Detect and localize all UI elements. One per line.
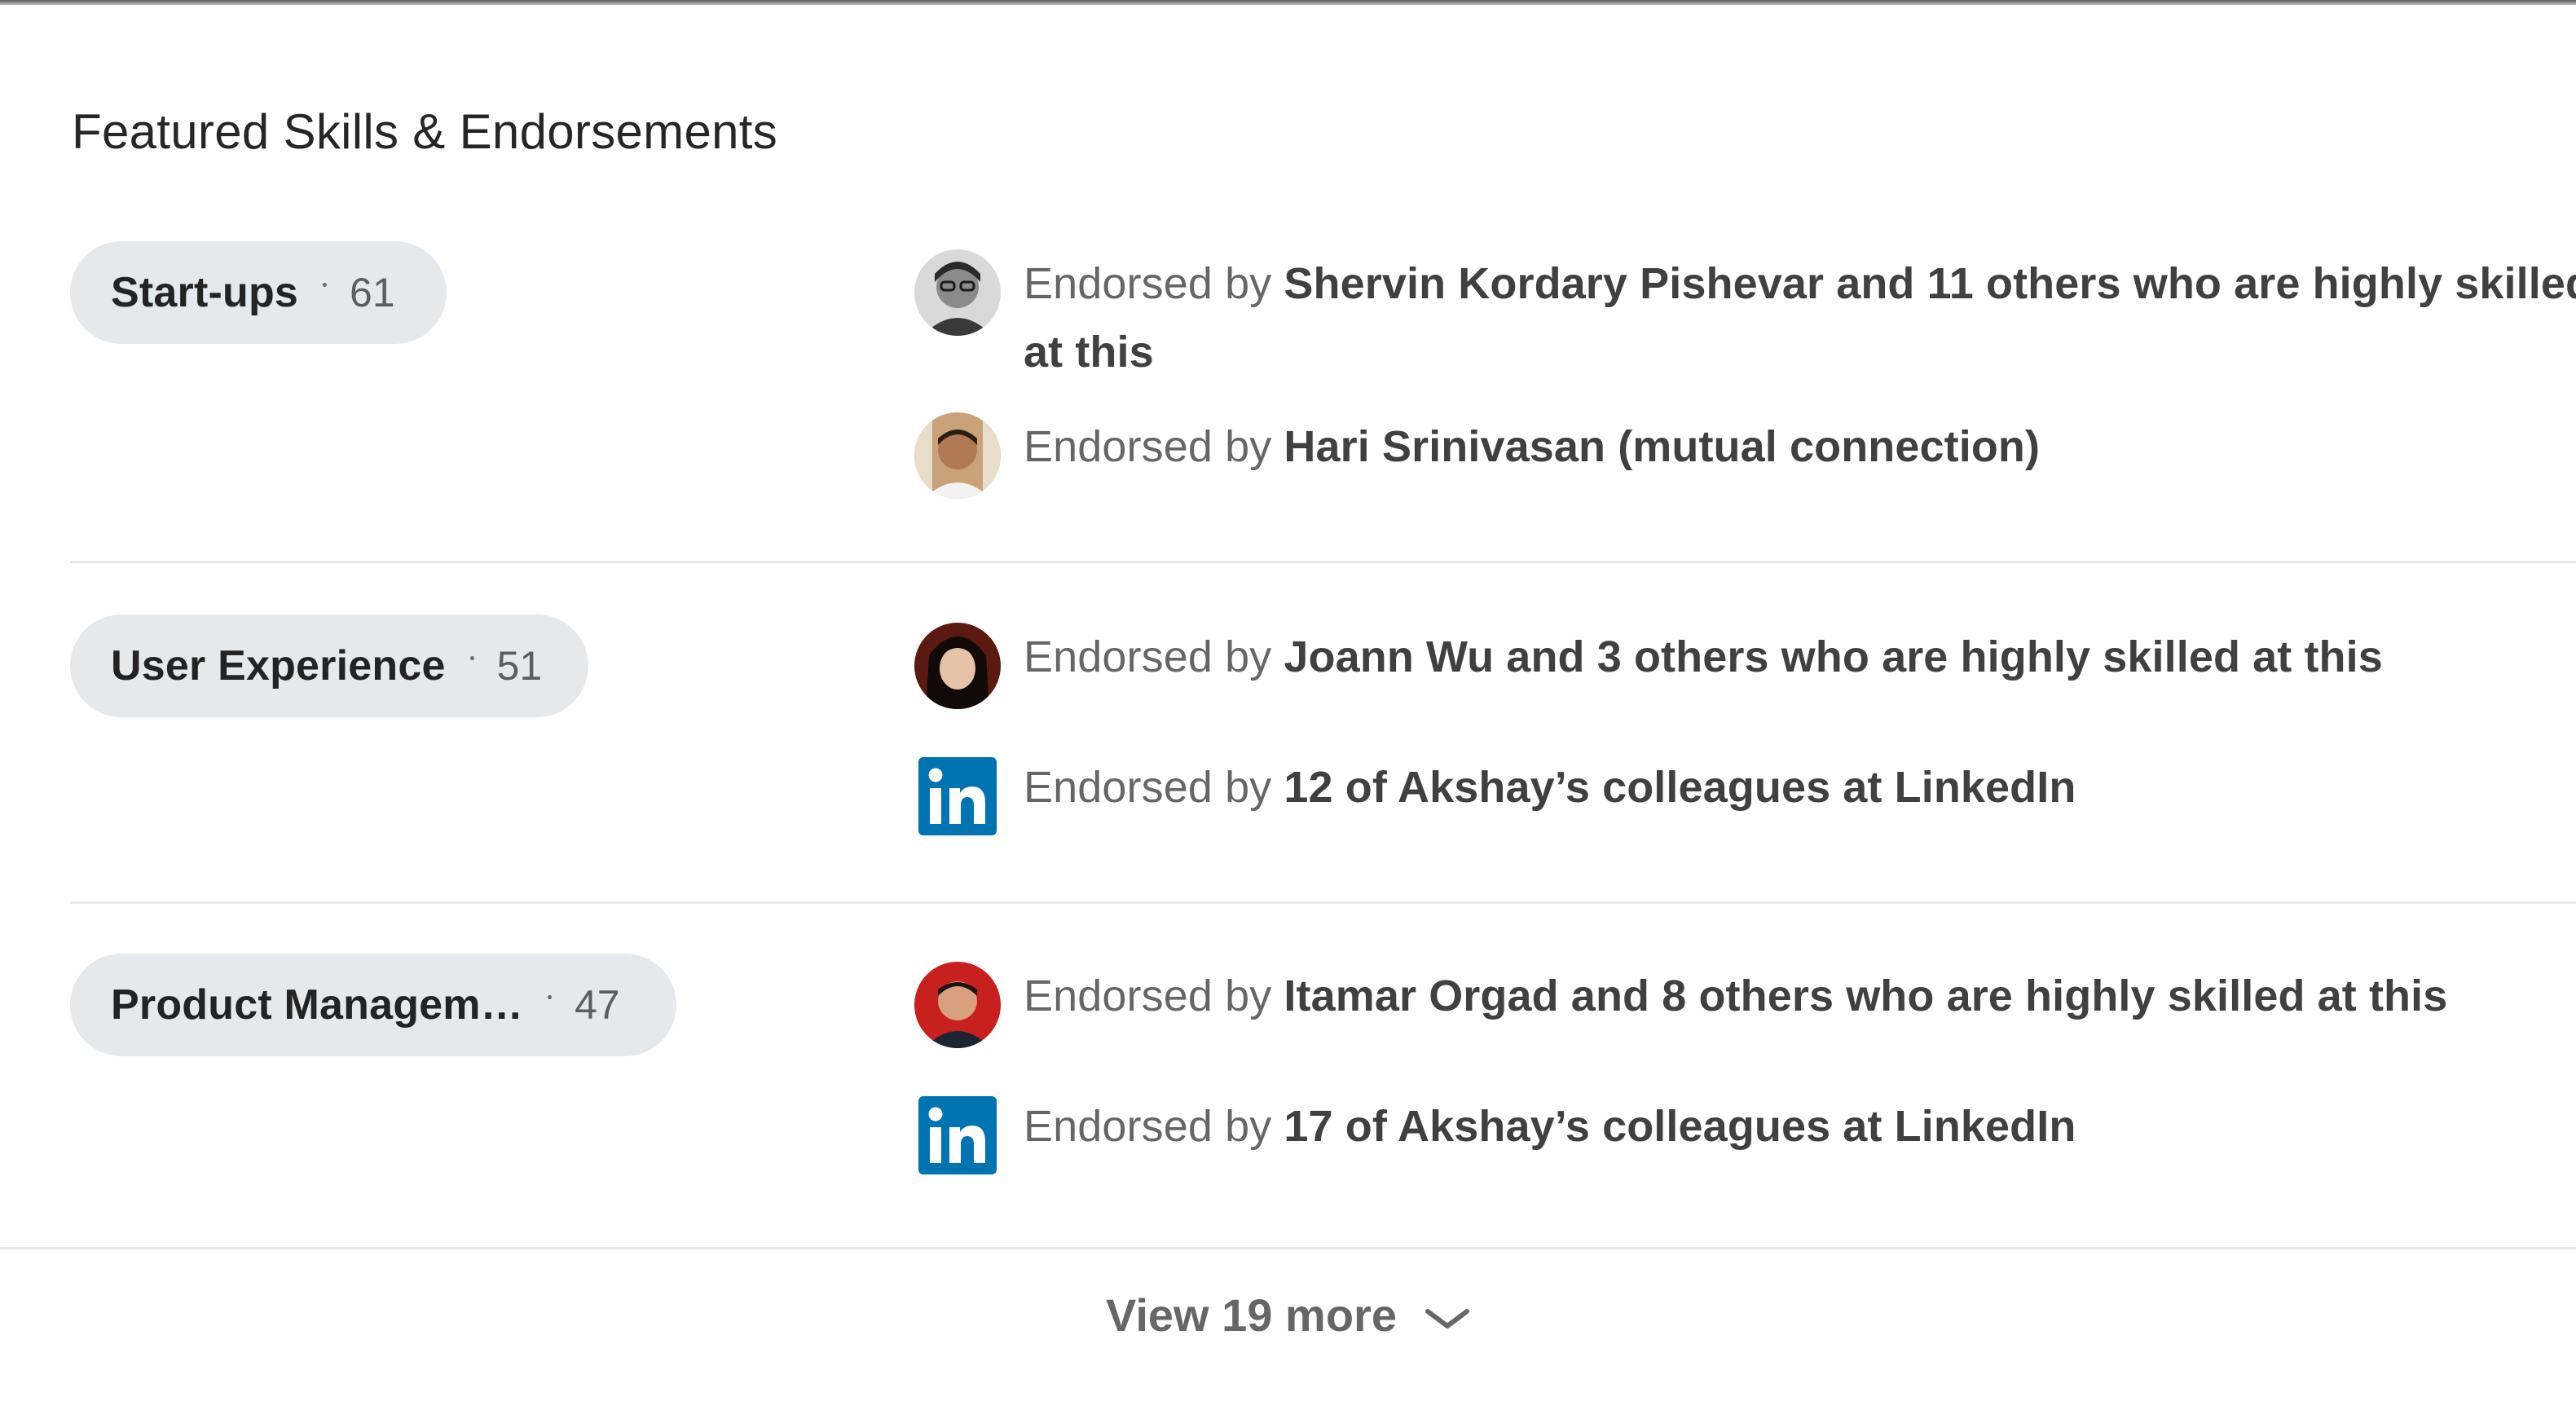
person-avatar[interactable] bbox=[914, 962, 1001, 1048]
row-divider bbox=[70, 561, 2576, 563]
skill-name: Product Managem… bbox=[111, 981, 523, 1029]
chevron-down-icon bbox=[1425, 1308, 1469, 1328]
view-more-label: View 19 more bbox=[1106, 1289, 1397, 1341]
skill-pill-start-ups[interactable]: Start-ups 61 bbox=[70, 241, 447, 344]
endorsement-item: Endorsed by 17 of Akshay’s colleagues at… bbox=[914, 1092, 2576, 1179]
endorsed-by-prefix: Endorsed by bbox=[1024, 972, 1272, 1020]
view-more-button[interactable]: View 19 more bbox=[0, 1249, 2576, 1410]
skills-endorsements-card: Featured Skills & Endorsements Start-ups… bbox=[0, 5, 2576, 1405]
separator-dot bbox=[547, 994, 552, 999]
endorsement-item: Endorsed by 12 of Akshay’s colleagues at… bbox=[914, 753, 2576, 839]
endorsed-by-prefix: Endorsed by bbox=[1024, 422, 1272, 471]
endorsed-by-prefix: Endorsed by bbox=[1024, 1102, 1272, 1151]
skill-name: User Experience bbox=[111, 642, 446, 690]
endorser-link[interactable]: Hari Srinivasan (mutual connection) bbox=[1284, 422, 2040, 471]
endorsed-by-prefix: Endorsed by bbox=[1024, 259, 1272, 308]
linkedin-icon bbox=[918, 757, 997, 835]
endorsement-text: Endorsed by Itamar Orgad and 8 others wh… bbox=[1024, 962, 2576, 1030]
skill-pill-product-management[interactable]: Product Managem… 47 bbox=[70, 954, 676, 1056]
endorsement-text: Endorsed by Hari Srinivasan (mutual conn… bbox=[1024, 412, 2576, 481]
person-avatar[interactable] bbox=[914, 623, 1001, 709]
endorsement-text: Endorsed by Joann Wu and 3 others who ar… bbox=[1024, 623, 2576, 691]
endorser-link[interactable]: Itamar Orgad and 8 others who are highly… bbox=[1284, 972, 2447, 1020]
endorsed-by-prefix: Endorsed by bbox=[1024, 632, 1272, 681]
skill-pill-user-experience[interactable]: User Experience 51 bbox=[70, 615, 588, 717]
endorsement-count: 47 bbox=[574, 982, 620, 1028]
colleagues-link[interactable]: 12 of Akshay’s colleagues at LinkedIn bbox=[1284, 763, 2076, 812]
separator-dot bbox=[323, 282, 328, 287]
endorsement-text: Endorsed by 17 of Akshay’s colleagues at… bbox=[1024, 1092, 2576, 1161]
person-avatar[interactable] bbox=[914, 249, 1001, 336]
endorsement-item: Endorsed by Joann Wu and 3 others who ar… bbox=[914, 623, 2576, 709]
endorsement-item: Endorsed by Hari Srinivasan (mutual conn… bbox=[914, 412, 2576, 499]
row-divider bbox=[70, 901, 2576, 904]
endorsement-text: Endorsed by Shervin Kordary Pishevar and… bbox=[1024, 249, 2576, 386]
colleagues-link[interactable]: 17 of Akshay’s colleagues at LinkedIn bbox=[1284, 1102, 2076, 1151]
endorsed-by-prefix: Endorsed by bbox=[1024, 763, 1272, 812]
endorser-link[interactable]: Joann Wu and 3 others who are highly ski… bbox=[1284, 632, 2382, 681]
section-title: Featured Skills & Endorsements bbox=[72, 104, 778, 159]
skill-name: Start-ups bbox=[111, 269, 299, 316]
person-avatar[interactable] bbox=[914, 412, 1001, 499]
linkedin-icon bbox=[918, 1096, 997, 1174]
endorsement-item: Endorsed by Itamar Orgad and 8 others wh… bbox=[914, 962, 2576, 1048]
endorsement-count: 61 bbox=[350, 270, 395, 315]
endorsement-count: 51 bbox=[496, 643, 543, 689]
separator-dot bbox=[469, 655, 474, 660]
endorsement-text: Endorsed by 12 of Akshay’s colleagues at… bbox=[1024, 753, 2576, 822]
endorsement-item: Endorsed by Shervin Kordary Pishevar and… bbox=[914, 249, 2576, 386]
